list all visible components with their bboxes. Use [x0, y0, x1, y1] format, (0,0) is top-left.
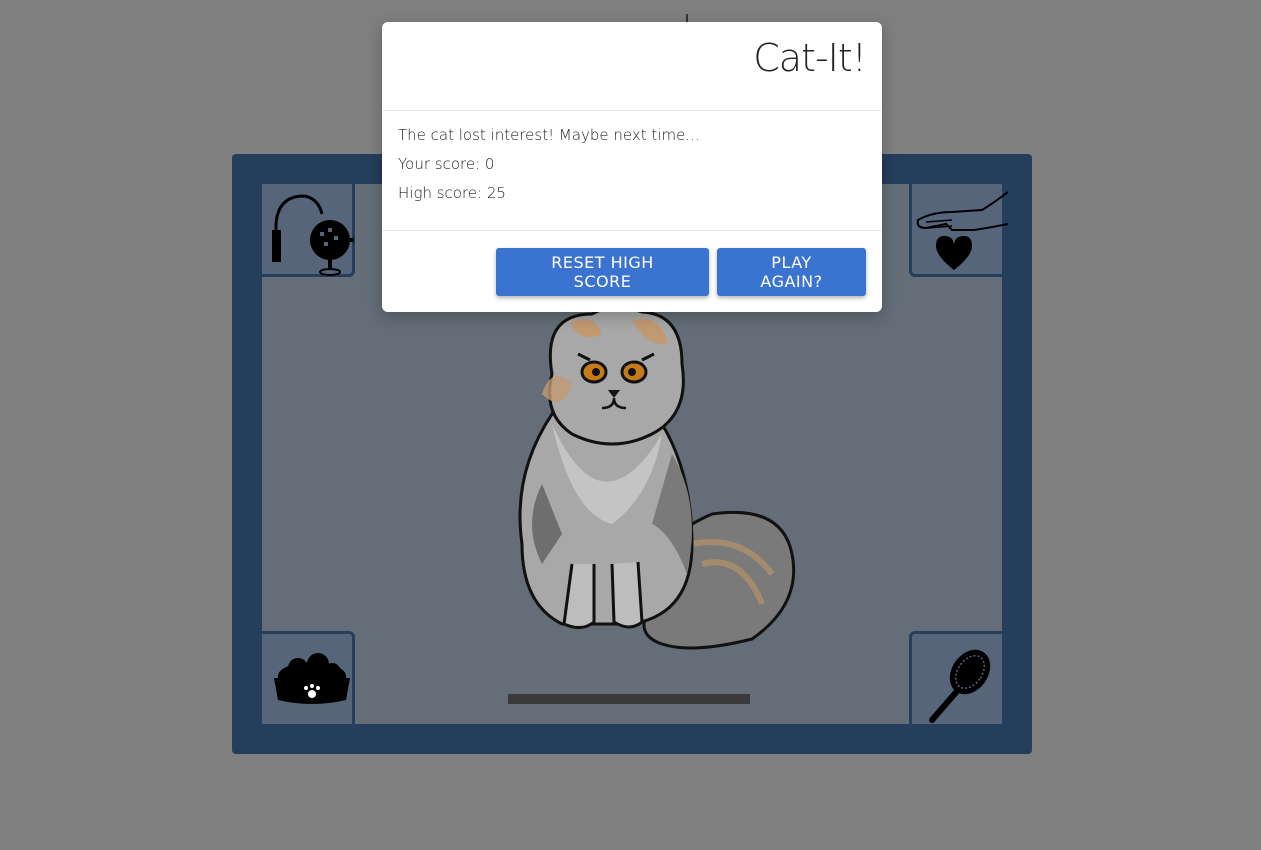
reset-high-score-button[interactable]: RESET HIGH SCORE: [496, 248, 709, 296]
high-score-text: High score: 25: [398, 184, 506, 202]
brush-icon: [929, 649, 991, 723]
score-text: Your score: 0: [398, 155, 495, 173]
dialog-header: Cat-It!: [382, 22, 882, 111]
dialog-body: The cat lost interest! Maybe next time..…: [382, 111, 882, 231]
feed-corner-button[interactable]: [259, 631, 355, 727]
game-over-message: The cat lost interest! Maybe next time..…: [398, 126, 700, 144]
play-again-button[interactable]: PLAY AGAIN?: [717, 248, 866, 296]
pet-corner-button[interactable]: [909, 181, 1008, 277]
game-screen: Cat-It! The cat lost interest! Maybe nex…: [0, 0, 1261, 850]
interest-meter: [508, 694, 750, 704]
pet-hand-icon: [916, 191, 1008, 270]
food-bowl-icon: [274, 653, 350, 704]
dialog-footer: RESET HIGH SCORE PLAY AGAIN?: [496, 248, 866, 296]
toy-corner-button[interactable]: [259, 181, 355, 277]
groom-corner-button[interactable]: [909, 631, 1005, 727]
dialog-title: Cat-It!: [753, 36, 867, 80]
cat-illustration: [518, 306, 796, 650]
game-over-dialog: Cat-It! The cat lost interest! Maybe nex…: [382, 22, 882, 312]
toy-wand-icon: [272, 194, 354, 276]
interest-meter-fill: [508, 694, 750, 704]
